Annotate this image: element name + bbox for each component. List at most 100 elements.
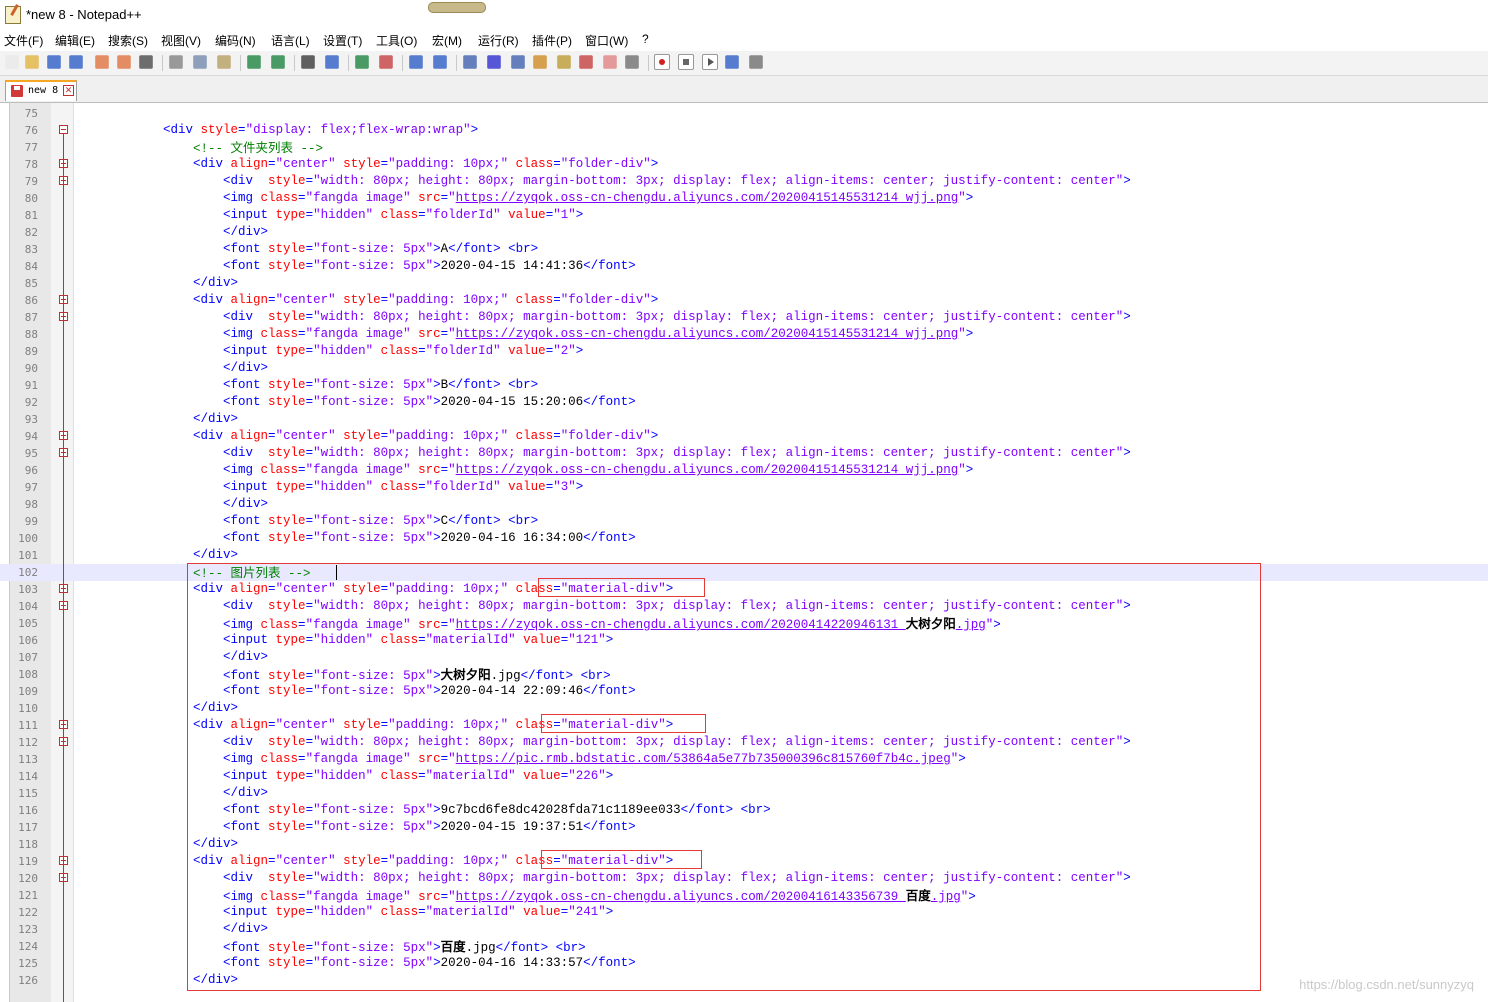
code-line[interactable]: 92 <font style="font-size: 5px">2020-04-… bbox=[0, 394, 1488, 411]
code-line[interactable]: 124 <font style="font-size: 5px">百度.jpg<… bbox=[0, 938, 1488, 955]
code-line[interactable]: 80 <img class="fangda image" src="https:… bbox=[0, 190, 1488, 207]
code-line[interactable]: 106 <input type="hidden" class="material… bbox=[0, 632, 1488, 649]
code-line[interactable]: 85 </div> bbox=[0, 275, 1488, 292]
save-icon[interactable] bbox=[47, 55, 61, 69]
function-list-icon[interactable] bbox=[579, 55, 593, 69]
code-line[interactable]: 77 <!-- 文件夹列表 --> bbox=[0, 139, 1488, 156]
menu-item-6[interactable]: 设置(T) bbox=[323, 32, 362, 49]
sync-vertical-icon[interactable] bbox=[409, 55, 423, 69]
code-line[interactable]: 78 <div align="center" style="padding: 1… bbox=[0, 156, 1488, 173]
code-line[interactable]: 104 <div style="width: 80px; height: 80p… bbox=[0, 598, 1488, 615]
code-line[interactable]: 119 <div align="center" style="padding: … bbox=[0, 853, 1488, 870]
code-editor[interactable]: 75 76 <div style="display: flex;flex-wrap… bbox=[0, 103, 1488, 1002]
close-icon[interactable] bbox=[95, 55, 109, 69]
code-line[interactable]: 103 <div align="center" style="padding: … bbox=[0, 581, 1488, 598]
code-line[interactable]: 95 <div style="width: 80px; height: 80px… bbox=[0, 445, 1488, 462]
code-line[interactable]: 109 <font style="font-size: 5px">2020-04… bbox=[0, 683, 1488, 700]
code-line[interactable]: 79 <div style="width: 80px; height: 80px… bbox=[0, 173, 1488, 190]
word-wrap-icon[interactable] bbox=[463, 55, 477, 69]
doc-map-icon[interactable] bbox=[557, 55, 571, 69]
code-line[interactable]: 84 <font style="font-size: 5px">2020-04-… bbox=[0, 258, 1488, 275]
find-icon[interactable] bbox=[301, 55, 315, 69]
code-line[interactable]: 120 <div style="width: 80px; height: 80p… bbox=[0, 870, 1488, 887]
code-line[interactable]: 105 <img class="fangda image" src="https… bbox=[0, 615, 1488, 632]
paste-icon[interactable] bbox=[217, 55, 231, 69]
code-line[interactable]: 89 <input type="hidden" class="folderId"… bbox=[0, 343, 1488, 360]
code-line[interactable]: 75 bbox=[0, 105, 1488, 122]
code-line[interactable]: 86 <div align="center" style="padding: 1… bbox=[0, 292, 1488, 309]
replace-icon[interactable] bbox=[325, 55, 339, 69]
code-line[interactable]: 91 <font style="font-size: 5px">B</font>… bbox=[0, 377, 1488, 394]
indent-guide-icon[interactable] bbox=[511, 55, 525, 69]
tab-new-8[interactable]: new 8 ✕ bbox=[5, 80, 77, 101]
code-line[interactable]: 121 <img class="fangda image" src="https… bbox=[0, 887, 1488, 904]
code-line[interactable]: 101 </div> bbox=[0, 547, 1488, 564]
code-line[interactable]: 94 <div align="center" style="padding: 1… bbox=[0, 428, 1488, 445]
code-line[interactable]: 98 </div> bbox=[0, 496, 1488, 513]
undo-icon[interactable] bbox=[247, 55, 261, 69]
monitor-icon[interactable] bbox=[625, 55, 639, 69]
user-lang-icon[interactable] bbox=[533, 55, 547, 69]
menu-item-3[interactable]: 视图(V) bbox=[161, 32, 201, 49]
code-line[interactable]: 126 </div> bbox=[0, 972, 1488, 989]
open-file-icon[interactable] bbox=[25, 55, 39, 69]
copy-icon[interactable] bbox=[193, 55, 207, 69]
code-line[interactable]: 110 </div> bbox=[0, 700, 1488, 717]
save-macro-icon[interactable] bbox=[749, 55, 763, 69]
code-line[interactable]: 76 <div style="display: flex;flex-wrap:w… bbox=[0, 122, 1488, 139]
menu-item-1[interactable]: 编辑(E) bbox=[55, 32, 95, 49]
code-line[interactable]: 99 <font style="font-size: 5px">C</font>… bbox=[0, 513, 1488, 530]
close-all-icon[interactable] bbox=[117, 55, 131, 69]
code-line[interactable]: 114 <input type="hidden" class="material… bbox=[0, 768, 1488, 785]
menu-item-2[interactable]: 搜索(S) bbox=[108, 32, 148, 49]
drag-grip-handle[interactable] bbox=[428, 2, 486, 13]
record-macro-icon[interactable] bbox=[654, 54, 670, 70]
menu-item-5[interactable]: 语言(L) bbox=[271, 32, 310, 49]
code-line[interactable]: 81 <input type="hidden" class="folderId"… bbox=[0, 207, 1488, 224]
show-all-chars-icon[interactable] bbox=[487, 55, 501, 69]
code-line[interactable]: 113 <img class="fangda image" src="https… bbox=[0, 751, 1488, 768]
sync-horizontal-icon[interactable] bbox=[433, 55, 447, 69]
stop-macro-icon[interactable] bbox=[678, 54, 694, 70]
code-line[interactable]: 118 </div> bbox=[0, 836, 1488, 853]
code-line[interactable]: 123 </div> bbox=[0, 921, 1488, 938]
code-line[interactable]: 82 </div> bbox=[0, 224, 1488, 241]
menu-item-11[interactable]: 窗口(W) bbox=[585, 32, 628, 49]
menu-item-7[interactable]: 工具(O) bbox=[376, 32, 417, 49]
code-line[interactable]: 102 <!-- 图片列表 --> bbox=[0, 564, 1488, 581]
code-line[interactable]: 122 <input type="hidden" class="material… bbox=[0, 904, 1488, 921]
zoom-in-icon[interactable] bbox=[355, 55, 369, 69]
menu-item-4[interactable]: 编码(N) bbox=[215, 32, 256, 49]
code-line[interactable]: 88 <img class="fangda image" src="https:… bbox=[0, 326, 1488, 343]
code-line[interactable]: 87 <div style="width: 80px; height: 80px… bbox=[0, 309, 1488, 326]
new-file-icon[interactable] bbox=[5, 55, 19, 69]
cut-icon[interactable] bbox=[169, 55, 183, 69]
code-line[interactable]: 108 <font style="font-size: 5px">大树夕阳.jp… bbox=[0, 666, 1488, 683]
menu-item-10[interactable]: 插件(P) bbox=[532, 32, 572, 49]
fold-toggle-icon[interactable] bbox=[59, 125, 68, 134]
code-line[interactable]: 125 <font style="font-size: 5px">2020-04… bbox=[0, 955, 1488, 972]
play-macro-icon[interactable] bbox=[702, 54, 718, 70]
print-icon[interactable] bbox=[139, 55, 153, 69]
code-line[interactable]: 116 <font style="font-size: 5px">9c7bcd6… bbox=[0, 802, 1488, 819]
redo-icon[interactable] bbox=[271, 55, 285, 69]
code-line[interactable]: 90 </div> bbox=[0, 360, 1488, 377]
code-line[interactable]: 112 <div style="width: 80px; height: 80p… bbox=[0, 734, 1488, 751]
code-line[interactable]: 93 </div> bbox=[0, 411, 1488, 428]
code-line[interactable]: 115 </div> bbox=[0, 785, 1488, 802]
code-line[interactable]: 107 </div> bbox=[0, 649, 1488, 666]
menu-item-9[interactable]: 运行(R) bbox=[478, 32, 519, 49]
tab-close-icon[interactable]: ✕ bbox=[63, 85, 74, 96]
code-line[interactable]: 83 <font style="font-size: 5px">A</font>… bbox=[0, 241, 1488, 258]
menu-item-0[interactable]: 文件(F) bbox=[4, 32, 43, 49]
code-line[interactable]: 97 <input type="hidden" class="folderId"… bbox=[0, 479, 1488, 496]
folder-workspace-icon[interactable] bbox=[603, 55, 617, 69]
zoom-out-icon[interactable] bbox=[379, 55, 393, 69]
run-macro-multiple-icon[interactable] bbox=[725, 55, 739, 69]
code-line[interactable]: 117 <font style="font-size: 5px">2020-04… bbox=[0, 819, 1488, 836]
menu-item-12[interactable]: ? bbox=[642, 32, 649, 46]
save-all-icon[interactable] bbox=[69, 55, 83, 69]
code-line[interactable]: 111 <div align="center" style="padding: … bbox=[0, 717, 1488, 734]
menu-item-8[interactable]: 宏(M) bbox=[432, 32, 462, 49]
code-line[interactable]: 100 <font style="font-size: 5px">2020-04… bbox=[0, 530, 1488, 547]
